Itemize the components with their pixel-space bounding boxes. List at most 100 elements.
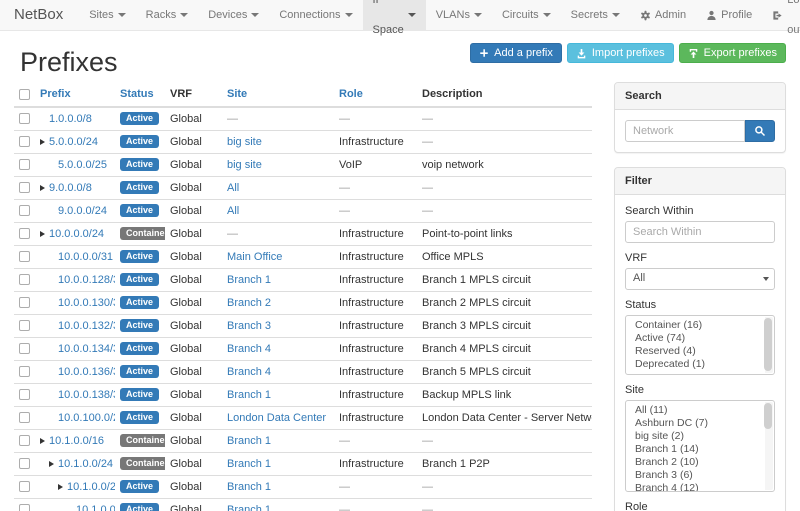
- prefix-link[interactable]: 9.0.0.0/8: [49, 182, 92, 194]
- site-link[interactable]: big site: [227, 136, 262, 148]
- nav-item-racks[interactable]: Racks: [136, 0, 199, 30]
- listbox-option[interactable]: big site (2): [626, 430, 762, 443]
- listbox-option[interactable]: All (11): [626, 404, 762, 417]
- row-checkbox[interactable]: [19, 481, 30, 492]
- site-link[interactable]: London Data Center: [227, 412, 326, 424]
- nav-item-connections[interactable]: Connections: [269, 0, 362, 30]
- row-checkbox[interactable]: [19, 182, 30, 193]
- description-cell: London Data Center - Server Network: [417, 406, 592, 429]
- table-row: 10.0.0.128/31ActiveGlobalBranch 1Infrast…: [14, 268, 592, 291]
- vrf-cell: Global: [165, 452, 222, 475]
- prefix-link[interactable]: 10.1.0.0/26: [76, 504, 115, 511]
- row-checkbox[interactable]: [19, 113, 30, 124]
- nav-item-admin[interactable]: Admin: [630, 0, 696, 30]
- table-row: 1.0.0.0/8ActiveGlobal———: [14, 107, 592, 130]
- row-checkbox[interactable]: [19, 389, 30, 400]
- select-all-checkbox[interactable]: [19, 89, 30, 100]
- column-header-status[interactable]: Status: [115, 82, 165, 107]
- row-checkbox[interactable]: [19, 435, 30, 446]
- site-link[interactable]: All: [227, 182, 239, 194]
- row-checkbox[interactable]: [19, 297, 30, 308]
- export-prefixes-button[interactable]: Export prefixes: [679, 43, 786, 63]
- row-checkbox[interactable]: [19, 343, 30, 354]
- row-checkbox[interactable]: [19, 228, 30, 239]
- site-link[interactable]: Branch 3: [227, 320, 271, 332]
- row-checkbox[interactable]: [19, 159, 30, 170]
- site-filter-listbox[interactable]: All (11)Ashburn DC (7)big site (2)Branch…: [625, 400, 775, 492]
- prefix-link[interactable]: 10.1.0.0/24: [58, 458, 113, 470]
- listbox-option[interactable]: Active (74): [626, 332, 762, 345]
- site-link[interactable]: Branch 1: [227, 274, 271, 286]
- column-header-prefix[interactable]: Prefix: [35, 82, 115, 107]
- prefix-link[interactable]: 10.0.100.0/24: [58, 412, 115, 424]
- listbox-option[interactable]: Branch 4 (12): [626, 482, 762, 492]
- status-filter-listbox[interactable]: Container (16)Active (74)Reserved (4)Dep…: [625, 315, 775, 375]
- site-link[interactable]: big site: [227, 159, 262, 171]
- site-link[interactable]: Branch 1: [227, 481, 271, 493]
- prefix-link[interactable]: 10.1.0.0/16: [49, 435, 104, 447]
- nav-item-profile[interactable]: Profile: [696, 0, 762, 30]
- row-checkbox[interactable]: [19, 366, 30, 377]
- prefix-link[interactable]: 10.0.0.128/31: [58, 274, 115, 286]
- nav-item-log-out[interactable]: Log out: [762, 0, 800, 30]
- scrollbar[interactable]: [765, 317, 773, 373]
- prefix-link[interactable]: 9.0.0.0/24: [58, 205, 107, 217]
- column-header-site[interactable]: Site: [222, 82, 334, 107]
- status-badge: Active: [120, 388, 159, 401]
- table-row: 10.1.0.0/25ActiveGlobalBranch 1——: [14, 475, 592, 498]
- prefix-link[interactable]: 10.0.0.132/31: [58, 320, 115, 332]
- row-checkbox[interactable]: [19, 320, 30, 331]
- row-checkbox[interactable]: [19, 251, 30, 262]
- listbox-option[interactable]: Branch 1 (14): [626, 443, 762, 456]
- prefix-link[interactable]: 1.0.0.0/8: [49, 113, 92, 125]
- nav-item-ip-space[interactable]: IP Space: [363, 0, 426, 30]
- row-checkbox[interactable]: [19, 412, 30, 423]
- prefix-link[interactable]: 10.0.0.134/31: [58, 343, 115, 355]
- listbox-option[interactable]: Ashburn DC (7): [626, 417, 762, 430]
- nav-item-devices[interactable]: Devices: [198, 0, 269, 30]
- prefix-link[interactable]: 10.1.0.0/25: [67, 481, 115, 493]
- site-link[interactable]: Branch 1: [227, 458, 271, 470]
- import-prefixes-button[interactable]: Import prefixes: [567, 43, 674, 63]
- listbox-option[interactable]: Reserved (4): [626, 345, 762, 358]
- row-checkbox[interactable]: [19, 205, 30, 216]
- search-within-input[interactable]: [625, 221, 775, 243]
- nav-item-secrets[interactable]: Secrets: [561, 0, 630, 30]
- row-checkbox[interactable]: [19, 458, 30, 469]
- prefix-link[interactable]: 10.0.0.0/31: [58, 251, 113, 263]
- site-link[interactable]: All: [227, 205, 239, 217]
- search-button[interactable]: [745, 120, 775, 142]
- row-checkbox[interactable]: [19, 136, 30, 147]
- nav-item-vlans[interactable]: VLANs: [426, 0, 492, 30]
- prefix-link[interactable]: 10.0.0.130/31: [58, 297, 115, 309]
- search-input[interactable]: [625, 120, 745, 142]
- prefix-link[interactable]: 5.0.0.0/24: [49, 136, 98, 148]
- row-checkbox[interactable]: [19, 274, 30, 285]
- filter-panel-title: Filter: [615, 168, 785, 195]
- description-cell: —: [417, 199, 592, 222]
- nav-item-circuits[interactable]: Circuits: [492, 0, 561, 30]
- vrf-select[interactable]: All: [625, 268, 775, 290]
- site-link[interactable]: Branch 1: [227, 435, 271, 447]
- brand-logo[interactable]: NetBox: [14, 0, 63, 30]
- listbox-option[interactable]: Container (16): [626, 319, 762, 332]
- prefix-link[interactable]: 10.0.0.0/24: [49, 228, 104, 240]
- prefix-link[interactable]: 10.0.0.136/31: [58, 366, 115, 378]
- prefix-link[interactable]: 10.0.0.138/31: [58, 389, 115, 401]
- listbox-option[interactable]: Branch 3 (6): [626, 469, 762, 482]
- nav-item-sites[interactable]: Sites: [79, 0, 135, 30]
- scrollbar[interactable]: [765, 402, 773, 490]
- add-a-prefix-button[interactable]: Add a prefix: [470, 43, 562, 63]
- site-link[interactable]: Branch 4: [227, 366, 271, 378]
- search-panel-title: Search: [615, 83, 785, 110]
- listbox-option[interactable]: Branch 2 (10): [626, 456, 762, 469]
- site-link[interactable]: Branch 4: [227, 343, 271, 355]
- row-checkbox[interactable]: [19, 504, 30, 511]
- site-link[interactable]: Branch 1: [227, 504, 271, 511]
- listbox-option[interactable]: Deprecated (1): [626, 358, 762, 371]
- prefix-link[interactable]: 5.0.0.0/25: [58, 159, 107, 171]
- site-link[interactable]: Branch 2: [227, 297, 271, 309]
- site-link[interactable]: Branch 1: [227, 389, 271, 401]
- site-link[interactable]: Main Office: [227, 251, 282, 263]
- column-header-role[interactable]: Role: [334, 82, 417, 107]
